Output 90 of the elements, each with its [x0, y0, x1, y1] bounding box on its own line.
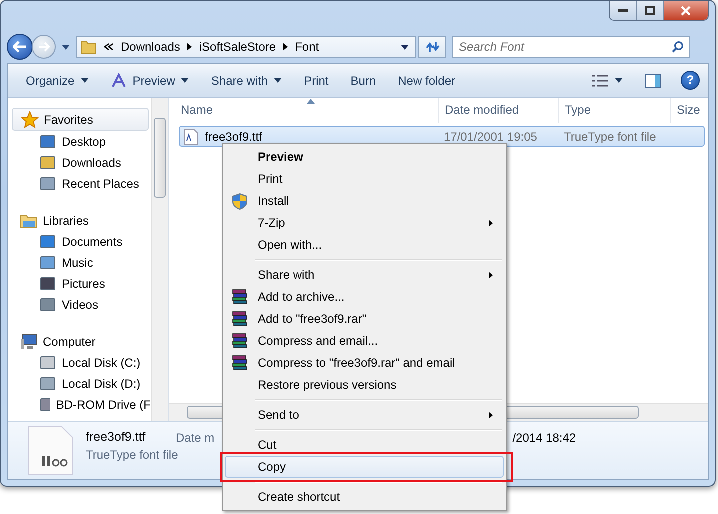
caret-icon: [274, 78, 282, 83]
vertical-scrollbar[interactable]: [151, 98, 168, 421]
details-file-name: free3of9.ttf: [86, 430, 147, 444]
star-icon: [21, 110, 39, 128]
caret-icon: [80, 78, 89, 83]
menu-item[interactable]: Compress to "free3of9.rar" and email: [225, 352, 504, 374]
archive-books-icon: [232, 289, 248, 305]
sidebar-item[interactable]: Local Disk (D:): [8, 373, 151, 394]
pane-icon: [645, 74, 661, 88]
toolbar-button[interactable]: New folder: [390, 70, 464, 92]
search-field[interactable]: Search Font: [452, 36, 690, 58]
sidebar-item[interactable]: Local Disk (C:): [8, 352, 151, 373]
column-header[interactable]: Type: [559, 98, 671, 123]
maximize-icon: [645, 6, 655, 15]
list-view-icon: [591, 74, 609, 88]
menu-item[interactable]: Create shortcut: [225, 486, 504, 508]
column-header[interactable]: Size: [671, 98, 708, 123]
archive-books-icon: [232, 333, 248, 349]
dropdown-caret-icon[interactable]: [401, 44, 409, 50]
type-cell: TrueType font file: [564, 130, 656, 144]
search-icon: [672, 41, 684, 53]
column-header[interactable]: Date modified: [439, 98, 559, 123]
toolbar-button[interactable]: Burn: [342, 70, 384, 92]
menu-item[interactable]: Install: [225, 190, 504, 212]
close-icon: [681, 6, 691, 16]
details-date-value: /2014 18:42: [512, 431, 576, 445]
menu-item[interactable]: Cut: [225, 434, 504, 456]
sidebar-item[interactable]: Music: [8, 252, 151, 273]
sort-arrow-icon: [307, 99, 315, 104]
breadcrumb[interactable]: Downloads: [121, 40, 180, 54]
sidebar-item[interactable]: Documents: [8, 231, 151, 252]
submenu-arrow-icon: [489, 220, 493, 226]
menu-item[interactable]: 7-Zip: [225, 212, 504, 234]
sidebar-group[interactable]: Libraries: [12, 210, 149, 231]
computer-icon: [20, 334, 38, 350]
refresh-button[interactable]: [418, 36, 446, 58]
menu-item[interactable]: Share with: [225, 264, 504, 286]
folder-icon: [81, 39, 97, 55]
recent-pages-caret-icon[interactable]: [62, 44, 70, 50]
sidebar-group[interactable]: Computer: [12, 331, 149, 352]
double-chevron-icon[interactable]: [104, 43, 114, 51]
submenu-arrow-icon: [489, 412, 493, 418]
crumb-arrow-icon[interactable]: [283, 43, 288, 51]
left-arrow-icon: [13, 41, 27, 53]
sidebar-group[interactable]: Favorites: [12, 108, 149, 131]
caret-icon: [615, 78, 623, 83]
close-button[interactable]: [664, 1, 708, 20]
refresh-arrows-icon: [424, 40, 440, 54]
menu-item[interactable]: Restore previous versions: [225, 374, 504, 396]
sidebar-item[interactable]: BD-ROM Drive (F: [8, 394, 151, 415]
menu-item[interactable]: Add to archive...: [225, 286, 504, 308]
menu-item[interactable]: Open with...: [225, 234, 504, 256]
help-button[interactable]: ?: [681, 71, 700, 90]
maximize-button[interactable]: [637, 1, 664, 20]
submenu-arrow-icon: [489, 272, 493, 278]
menu-item[interactable]: Preview: [225, 146, 504, 168]
toolbar-button[interactable]: Preview: [102, 68, 198, 92]
back-button[interactable]: [7, 34, 33, 60]
toolbar-button[interactable]: Organize: [18, 70, 97, 92]
breadcrumb[interactable]: iSoftSaleStore: [199, 40, 276, 54]
menu-item[interactable]: Add to "free3of9.rar": [225, 308, 504, 330]
toolbar-button[interactable]: Print: [296, 70, 337, 92]
menu-item[interactable]: Send to: [225, 404, 504, 426]
minimize-button[interactable]: [610, 1, 637, 20]
font-file-icon: [184, 128, 198, 144]
font-file-thumbnail-icon: [28, 426, 74, 476]
library-folder-icon: [20, 212, 38, 228]
date-cell-text: 17/01/2001 19:05: [444, 130, 538, 144]
sidebar-item[interactable]: Videos: [8, 294, 151, 315]
address-bar[interactable]: Downloads iSoftSaleStore Font: [76, 36, 416, 58]
sidebar-item[interactable]: Pictures: [8, 273, 151, 294]
sidebar-item[interactable]: Recent Places: [8, 173, 151, 194]
file-row[interactable]: free3of9.ttf 17/01/2001 19:05 TrueType font file: [179, 126, 705, 147]
file-name: free3of9.ttf: [205, 130, 262, 144]
toolbar-button[interactable]: Share with: [203, 70, 290, 92]
letter-a-icon: [110, 72, 127, 88]
details-file-type: TrueType font file: [86, 448, 178, 462]
details-date-label: Date m: [176, 431, 215, 445]
shield-icon: [232, 192, 248, 210]
crumb-arrow-icon[interactable]: [187, 43, 192, 51]
sidebar-item[interactable]: Downloads: [8, 152, 151, 173]
caret-icon: [181, 78, 190, 83]
archive-books-icon: [232, 311, 248, 327]
right-arrow-icon: [38, 42, 50, 52]
menu-item[interactable]: Print: [225, 168, 504, 190]
menu-item[interactable]: Compress and email...: [225, 330, 504, 352]
breadcrumb[interactable]: Font: [295, 40, 320, 54]
archive-books-icon: [232, 355, 248, 371]
sidebar-item[interactable]: Desktop: [8, 131, 151, 152]
minimize-icon: [618, 8, 628, 12]
